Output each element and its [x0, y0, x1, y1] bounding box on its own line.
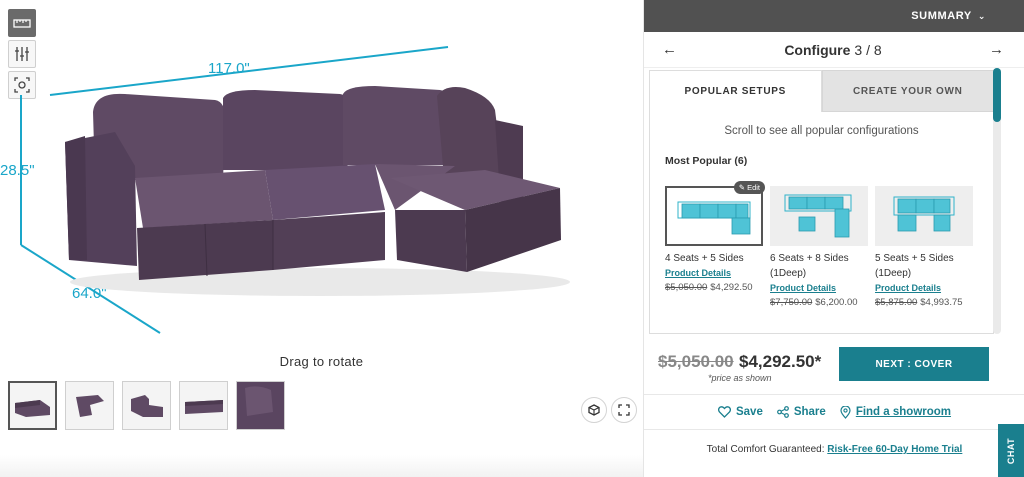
- page-footer-shadow: [0, 455, 643, 477]
- setup-diagram: ✎ Edit: [665, 181, 765, 246]
- thumbnail-view-side[interactable]: [122, 381, 171, 430]
- configure-title-text: Configure: [784, 41, 851, 58]
- product-details-link[interactable]: Product Details: [875, 283, 973, 293]
- configure-step-counter: 3 / 8: [854, 41, 882, 58]
- tab-create-your-own[interactable]: CREATE YOUR OWN: [821, 70, 994, 112]
- setups-scrollbar[interactable]: [993, 68, 1001, 334]
- thumbnail-view-front[interactable]: [179, 381, 228, 430]
- configure-header: ← Configure 3 / 8 →: [644, 32, 1024, 68]
- scrollbar-thumb[interactable]: [993, 68, 1001, 122]
- layout-diagram-icon: [677, 201, 751, 235]
- share-button[interactable]: Share: [776, 406, 826, 418]
- sofa-thumbnail-icon: [184, 399, 223, 414]
- setup-card-price: $7,750.00 $6,200.00: [770, 297, 868, 308]
- setup-card[interactable]: 5 Seats + 5 Sides (1Deep) Product Detail…: [875, 186, 973, 308]
- next-cover-button[interactable]: NEXT : COVER: [839, 347, 989, 381]
- scroll-hint: Scroll to see all popular configurations: [724, 125, 919, 137]
- edit-badge-label: Edit: [747, 183, 760, 192]
- tab-popular-setups[interactable]: POPULAR SETUPS: [649, 70, 822, 112]
- save-button[interactable]: Save: [717, 406, 763, 418]
- configure-title: Configure 3 / 8: [784, 42, 881, 58]
- setup-card-name: 4 Seats + 5 Sides: [665, 253, 744, 264]
- product-viewer[interactable]: 117.0" 28.5" 64.0" Drag to rotate: [0, 0, 643, 477]
- summary-toggle[interactable]: SUMMARY ⌄: [644, 0, 1024, 32]
- price-note: *price as shown: [708, 373, 772, 383]
- thumbnail-view-back-closeup[interactable]: [236, 381, 285, 430]
- setup-card-name: 6 Seats + 8 Sides (1Deep): [770, 253, 849, 279]
- find-showroom-link[interactable]: Find a showroom: [840, 405, 952, 419]
- showroom-label: Find a showroom: [855, 406, 952, 418]
- setup-card-name: 5 Seats + 5 Sides (1Deep): [875, 253, 954, 279]
- summary-label: SUMMARY: [911, 10, 972, 22]
- layout-diagram-icon: [893, 196, 955, 232]
- original-price: $5,050.00: [658, 352, 734, 371]
- edit-badge[interactable]: ✎ Edit: [733, 181, 765, 194]
- view-thumbnails: [8, 381, 285, 430]
- setup-card-new-price: $4,993.75: [920, 297, 963, 308]
- home-trial-link[interactable]: Risk-Free 60-Day Home Trial: [827, 444, 962, 455]
- next-step-arrow-icon[interactable]: →: [989, 41, 1004, 58]
- setup-card-old-price: $5,050.00: [665, 282, 708, 293]
- share-label: Share: [793, 406, 826, 418]
- setup-diagram: [770, 186, 868, 246]
- setup-card-old-price: $5,875.00: [875, 297, 918, 308]
- configurator-panel: SUMMARY ⌄ ← Configure 3 / 8 → POPULAR SET…: [643, 0, 1024, 477]
- previous-step-arrow-icon[interactable]: ←: [662, 41, 677, 58]
- guarantee-label: Total Comfort Guaranteed:: [706, 444, 828, 455]
- setup-card-price: $5,875.00 $4,993.75: [875, 297, 973, 308]
- thumbnail-view-top[interactable]: [65, 381, 114, 430]
- sofa-render[interactable]: [55, 70, 585, 300]
- share-icon: [776, 406, 789, 418]
- current-price: $4,292.50*: [739, 352, 822, 371]
- fullscreen-icon: [618, 404, 630, 416]
- setup-card[interactable]: ✎ Edit 4 Seats + 5 Sides Product Details…: [665, 181, 765, 308]
- action-links: Save Share Find a showroom: [644, 394, 1024, 430]
- section-title: Most Popular (6): [665, 155, 748, 167]
- 3d-view-button[interactable]: [581, 397, 607, 423]
- sofa-thumbnail-icon: [75, 394, 104, 417]
- heart-icon: [717, 406, 731, 418]
- setup-cards: ✎ Edit 4 Seats + 5 Sides Product Details…: [665, 181, 993, 308]
- chat-button[interactable]: CHAT: [998, 424, 1024, 477]
- guarantee-text: Total Comfort Guaranteed: Risk-Free 60-D…: [644, 444, 1024, 455]
- cube-icon: [588, 404, 600, 416]
- sofa-thumbnail-icon: [130, 394, 163, 417]
- thumbnail-view-front-left[interactable]: [8, 381, 57, 430]
- setup-tabs: POPULAR SETUPS CREATE YOUR OWN: [649, 70, 994, 112]
- layout-diagram-icon: [784, 194, 852, 238]
- height-dimension-label: 28.5": [0, 162, 35, 179]
- product-details-link[interactable]: Product Details: [770, 283, 868, 293]
- setup-card-old-price: $7,750.00: [770, 297, 813, 308]
- location-pin-icon: [840, 405, 851, 419]
- drag-to-rotate-hint: Drag to rotate: [279, 354, 364, 369]
- setup-diagram: [875, 186, 973, 246]
- fullscreen-button[interactable]: [611, 397, 637, 423]
- price-area: $5,050.00 $4,292.50* *price as shown NEX…: [644, 346, 1024, 386]
- setup-card-new-price: $4,292.50: [710, 282, 753, 293]
- save-label: Save: [735, 406, 763, 418]
- setup-card-new-price: $6,200.00: [815, 297, 858, 308]
- popular-setups-list[interactable]: Scroll to see all popular configurations…: [649, 112, 994, 334]
- product-details-link[interactable]: Product Details: [665, 268, 763, 278]
- sofa-thumbnail-icon: [14, 399, 50, 417]
- setup-card[interactable]: 6 Seats + 8 Sides (1Deep) Product Detail…: [770, 186, 868, 308]
- sofa-thumbnail-icon: [237, 382, 284, 429]
- chat-label: CHAT: [1006, 437, 1017, 464]
- setup-card-price: $5,050.00 $4,292.50: [665, 282, 763, 293]
- chevron-down-icon: ⌄: [977, 10, 986, 21]
